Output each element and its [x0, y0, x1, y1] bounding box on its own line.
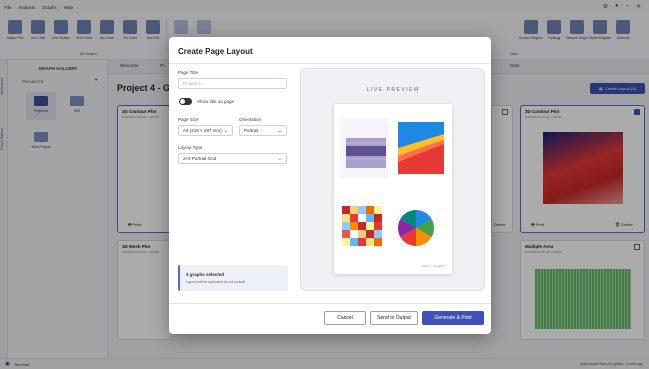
preview-graph-4 — [397, 210, 435, 246]
layout-type-select[interactable]: 2×2 Portrait Grid ⌄ — [178, 153, 287, 164]
live-preview-panel: LIVE PREVIEW Page 1 · Project 4 — [300, 68, 485, 291]
create-page-layout-dialog: Create Page Layout Page Title Project 4 … — [169, 37, 491, 334]
send-to-output-button[interactable]: Send to Output — [370, 311, 418, 325]
preview-graph-2 — [396, 118, 446, 178]
orientation-label: Orientation — [239, 117, 262, 122]
orientation-select[interactable]: Portrait ⌄ — [239, 125, 287, 136]
preview-page-graphics — [340, 118, 447, 246]
preview-graph-1 — [340, 118, 388, 178]
dialog-title: Create Page Layout — [178, 47, 253, 56]
info-title: 4 graphs selected — [186, 272, 225, 277]
info-body: Layout will be optimized for A4 portrait — [186, 280, 246, 284]
show-title-label: Show title on page — [197, 99, 235, 104]
page-title-input[interactable]: Project 4 — [178, 78, 287, 89]
preview-graph-3 — [342, 206, 382, 246]
generate-print-button[interactable]: Generate & Print — [422, 311, 484, 325]
chevron-down-icon: ⌄ — [223, 128, 228, 134]
chevron-down-icon: ⌄ — [277, 156, 282, 162]
page-title-label: Page Title — [178, 70, 199, 75]
live-preview-label: LIVE PREVIEW — [366, 87, 421, 93]
page-size-select[interactable]: A4 (210 × 297 mm) ⌄ — [178, 125, 233, 136]
cancel-button[interactable]: Cancel — [324, 311, 366, 325]
chevron-down-icon: ⌄ — [277, 128, 282, 134]
selection-info-box: 4 graphs selected Layout will be optimiz… — [178, 265, 288, 291]
show-title-toggle[interactable] — [179, 98, 192, 105]
preview-page: Page 1 · Project 4 — [334, 104, 452, 274]
page-size-label: Page Size — [178, 117, 199, 122]
preview-footer: Page 1 · Project 4 — [422, 264, 445, 268]
layout-type-label: Layout Type — [178, 145, 203, 150]
